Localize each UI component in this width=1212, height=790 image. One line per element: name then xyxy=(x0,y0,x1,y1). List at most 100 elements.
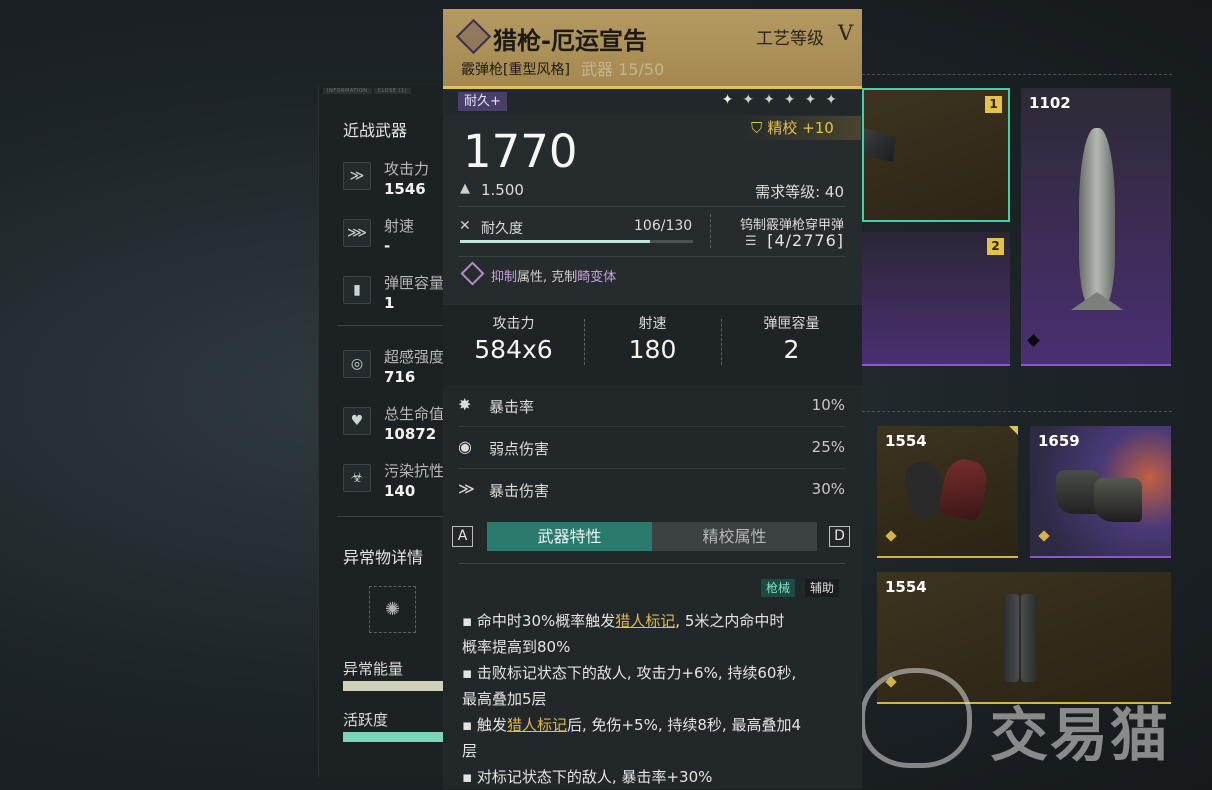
star-icon: ✦ xyxy=(742,92,764,108)
anomaly-details-title: 异常物详情 xyxy=(343,548,424,567)
refine-shield-icon: ⛉ xyxy=(751,119,763,137)
desc-line: 概率提高到80% xyxy=(462,638,571,656)
new-corner-marker xyxy=(1009,426,1018,435)
prop-label: 暴击率 xyxy=(489,398,535,416)
stat-label: 射速 xyxy=(384,217,415,235)
rarity-emblem-icon xyxy=(455,18,492,55)
durability-plus-tag: 耐久+ xyxy=(458,92,507,111)
durability-value: 106/130 xyxy=(634,218,693,234)
divider xyxy=(458,206,845,207)
crit-damage-icon: ≫ xyxy=(458,479,475,498)
refine-level-text: 精校 +10 xyxy=(767,119,834,137)
big-stat-label: 射速 xyxy=(638,316,667,332)
activity-bar xyxy=(343,732,444,742)
craft-level-value: V xyxy=(838,21,854,45)
divider xyxy=(710,214,711,248)
melee-weapon-title: 近战武器 xyxy=(343,121,408,140)
hunter-mark-link[interactable]: 猎人标记 xyxy=(615,612,675,630)
stat-label: 弹匣容量 xyxy=(384,274,445,292)
shotgun-image xyxy=(864,128,896,162)
craft-level-label: 工艺等级 xyxy=(756,29,824,49)
durability-bar xyxy=(460,240,693,243)
watermark-text: 交易猫 xyxy=(990,701,1171,769)
stat-label: 攻击力 xyxy=(384,160,430,178)
prop-value: 25% xyxy=(811,438,845,456)
item-header: 猎枪-厄运宣告 工艺等级 V 霰弹枪[重型风格] 武器 15/50 xyxy=(443,9,862,86)
divider xyxy=(459,563,845,564)
stat-value: 1 xyxy=(384,294,395,312)
trait-line: 抑制属性, 克制畸变体 xyxy=(491,266,616,285)
right-boot-image xyxy=(1094,478,1142,522)
faded-background-text: 武器 15/50 xyxy=(581,60,665,79)
grid-top-divider xyxy=(862,74,1172,75)
stat-row-attack: ≫ 攻击力 1546 xyxy=(343,158,453,202)
fire-rate-icon: ⋙ xyxy=(343,219,371,247)
claw-attack-icon: ≫ xyxy=(343,162,371,190)
trait-text: 属性, 克制 xyxy=(517,270,578,285)
big-stat-value: 2 xyxy=(783,335,800,364)
prop-label: 暴击伤害 xyxy=(489,482,550,500)
item-name: 猎枪-厄运宣告 xyxy=(493,27,647,55)
star-icon: ✦ xyxy=(763,92,784,108)
stat-label: 超感强度 xyxy=(384,348,445,366)
slot-badge-1: 1 xyxy=(985,96,1002,113)
stat-row-pollution: ☣ 污染抗性 140 xyxy=(343,460,453,504)
tab-weapon-traits[interactable]: 武器特性 xyxy=(487,522,652,551)
big-stat-label: 攻击力 xyxy=(492,316,535,332)
biohazard-icon: ☣ xyxy=(343,464,371,492)
stat-value: 716 xyxy=(384,368,416,386)
stat-row-psi: ◎ 超感强度 716 xyxy=(343,346,453,390)
equip-slot-fish[interactable]: 1102 xyxy=(1021,88,1171,366)
watermark-cat-logo xyxy=(860,668,972,768)
mini-tab-information[interactable]: INFORMATION xyxy=(323,88,372,94)
trait-suppress: 抑制 xyxy=(491,270,518,285)
stat-value: 10872 xyxy=(384,425,437,443)
desc-line: ▪ 击败标记状态下的敌人, 攻击力+6%, 持续60秒, xyxy=(462,664,797,682)
divider xyxy=(337,325,444,326)
mini-tab-close[interactable]: CLOSE (1) xyxy=(373,88,412,94)
ammo-bullets-icon: ☰ xyxy=(745,234,757,249)
big-stats-row: 攻击力 584x6 射速 180 弹匣容量 2 xyxy=(443,305,862,385)
grid-mid-divider xyxy=(862,411,1172,412)
durability-bar-fill xyxy=(460,240,650,243)
chip-support: 辅助 xyxy=(805,579,840,597)
required-level: 需求等级: 40 xyxy=(755,183,844,201)
stat-row-fire-rate: ⋙ 射速 - xyxy=(343,215,453,259)
equip-slot-gloves[interactable]: 1554 xyxy=(877,426,1018,558)
slot-badge-2: 2 xyxy=(987,238,1004,255)
durability-label: 耐久度 xyxy=(481,221,523,237)
stat-row-health: ♥ 总生命值 10872 xyxy=(343,403,453,447)
anomaly-energy-label: 异常能量 xyxy=(343,660,404,678)
equip-slot-boots[interactable]: 1659 xyxy=(1030,426,1171,558)
big-stat-label: 弹匣容量 xyxy=(763,316,820,332)
stat-label: 污染抗性 xyxy=(384,462,445,480)
prop-row-weakspot: ◉ 弱点伤害 25% xyxy=(458,427,845,469)
item-subtitle: 霰弹枪[重型风格] xyxy=(461,62,570,78)
rarity-diamond-icon xyxy=(1038,530,1050,542)
key-hint-a[interactable]: A xyxy=(452,526,473,547)
desc-line: 最高叠加5层 xyxy=(462,690,547,708)
anomaly-slot-icon[interactable]: ✺ xyxy=(369,586,416,633)
heart-health-icon: ♥ xyxy=(343,407,371,435)
desc-line: ▪ 命中时30%概率触发猎人标记, 5米之内命中时 xyxy=(462,612,785,630)
prop-value: 10% xyxy=(811,396,845,414)
key-hint-d[interactable]: D xyxy=(829,526,850,547)
character-stats-panel: INFORMATION CLOSE (1) 近战武器 ≫ 攻击力 1546 ⋙ 射… xyxy=(318,86,445,778)
star-icon: ✦ xyxy=(825,92,846,108)
pants-right-leg-image xyxy=(1021,594,1037,682)
power-score: 1770 xyxy=(463,125,578,178)
equip-slot-weapon-2[interactable]: 2 xyxy=(862,232,1010,366)
equip-slot-weapon-1[interactable]: 1 xyxy=(862,88,1010,222)
tab-refine-attributes[interactable]: 精校属性 xyxy=(652,522,817,551)
item-score: 1554 xyxy=(885,578,927,596)
item-score: 1102 xyxy=(1029,94,1071,112)
prop-label: 弱点伤害 xyxy=(489,440,550,458)
magazine-icon: ▮ xyxy=(343,276,371,304)
divider xyxy=(458,256,845,257)
item-score: 1554 xyxy=(885,432,927,450)
hunter-mark-link[interactable]: 猎人标记 xyxy=(507,716,567,734)
prop-value: 30% xyxy=(811,480,845,498)
durability-wrench-icon: ✕ xyxy=(459,218,471,234)
pants-left-leg-image xyxy=(1003,594,1019,682)
rarity-diamond-icon xyxy=(1027,334,1040,347)
